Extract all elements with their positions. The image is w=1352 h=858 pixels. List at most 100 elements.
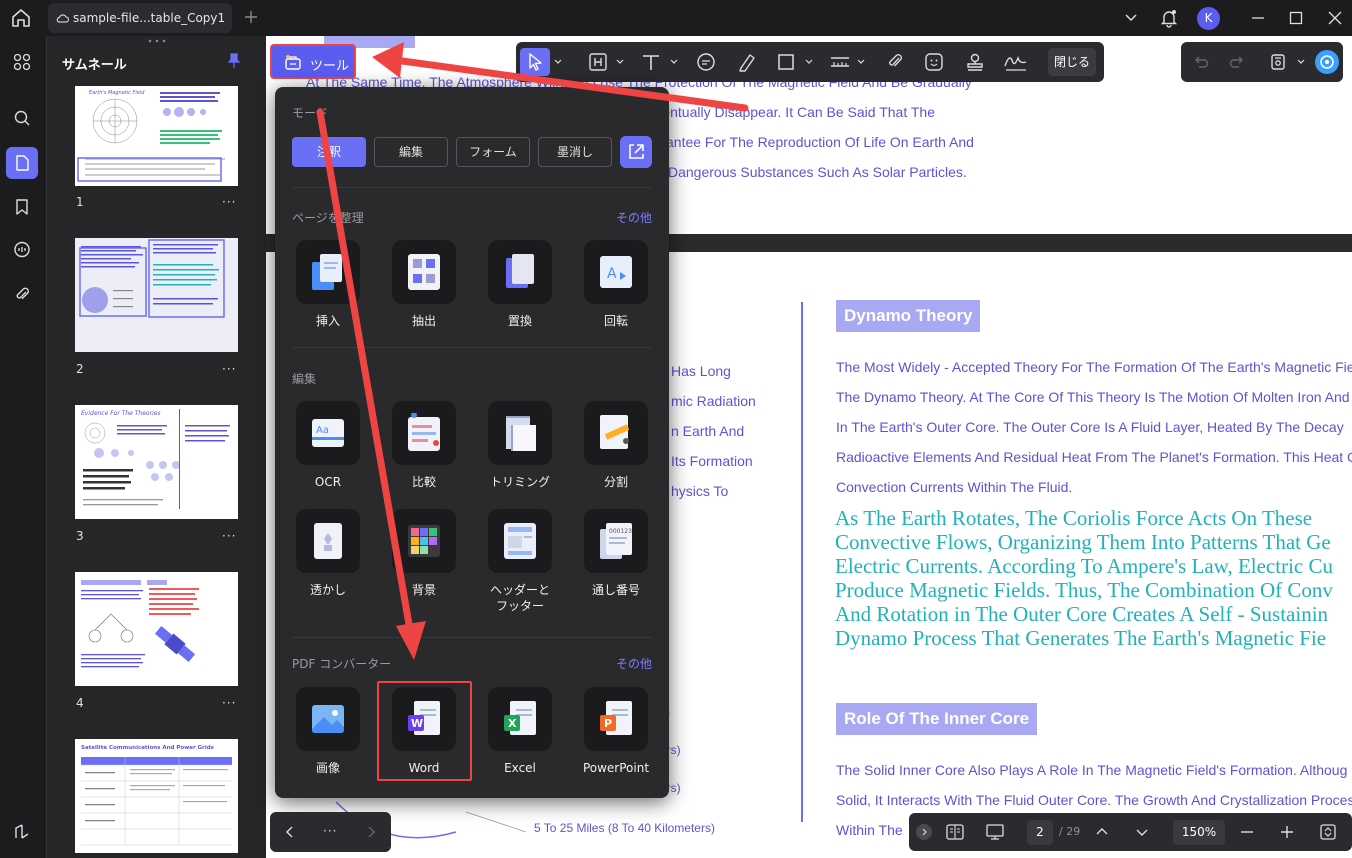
page-nav: ···: [270, 812, 391, 852]
convert-image-item[interactable]: 画像: [291, 687, 365, 777]
save-icon[interactable]: [1269, 53, 1287, 71]
quote-line: Convective Flows, Organizing Them Into P…: [835, 530, 1331, 554]
highlighter-tool[interactable]: [734, 48, 758, 76]
stamp-tool[interactable]: [963, 48, 987, 76]
pin-icon[interactable]: [227, 53, 241, 69]
split-icon: [584, 401, 648, 465]
replace-page-item[interactable]: 置換: [483, 240, 557, 330]
thumbnail-page-2[interactable]: [75, 238, 238, 352]
crop-item[interactable]: トリミング: [483, 401, 557, 491]
chevron-down-icon[interactable]: [668, 48, 680, 76]
divider: [292, 347, 652, 348]
quote-line: Produce Magnetic Fields. Thus, The Combi…: [835, 578, 1333, 602]
tools-button[interactable]: ツール: [270, 44, 356, 79]
chevron-right-icon[interactable]: [365, 825, 377, 839]
document-tab[interactable]: sample-file...table_Copy1: [48, 3, 232, 33]
close-toolbar-button[interactable]: 閉じる: [1048, 48, 1096, 76]
more-icon[interactable]: ···: [323, 824, 337, 838]
page-text-line: Its Formation: [671, 453, 753, 469]
chevron-up-icon[interactable]: [1095, 825, 1109, 839]
split-label: 分割: [603, 475, 628, 489]
header-footer-item[interactable]: ヘッダーと フッター: [483, 509, 557, 613]
chevron-down-icon[interactable]: [552, 48, 564, 76]
ai-assistant-icon[interactable]: [1315, 50, 1339, 74]
thumbnail-page-4[interactable]: [75, 572, 238, 686]
thumbnail-icon[interactable]: [6, 147, 38, 179]
mode-edit-button[interactable]: 編集: [374, 137, 448, 167]
thumbnail-more-button[interactable]: ···: [222, 696, 236, 710]
home-icon[interactable]: [8, 6, 34, 30]
search-icon[interactable]: [6, 102, 38, 134]
chevron-down-icon[interactable]: [614, 48, 626, 76]
comment-tool[interactable]: [694, 48, 718, 76]
fit-page-icon[interactable]: [1319, 823, 1337, 841]
maximize-icon[interactable]: [1289, 11, 1303, 25]
mode-label: モード: [292, 106, 329, 120]
organize-more-link[interactable]: その他: [616, 209, 652, 226]
chevron-down-icon[interactable]: [1124, 12, 1138, 24]
chevron-down-icon[interactable]: [1135, 825, 1149, 839]
sticker-tool[interactable]: [922, 48, 946, 76]
chevron-down-icon[interactable]: [803, 48, 815, 76]
zoom-level[interactable]: 150%: [1173, 820, 1225, 845]
ocr-item[interactable]: Aa OCR: [291, 401, 365, 491]
mode-redact-button[interactable]: 墨消し: [538, 137, 612, 167]
extract-page-item[interactable]: 抽出: [387, 240, 461, 330]
zoom-out-icon[interactable]: [1240, 825, 1254, 839]
thumbnail-page-5[interactable]: Satellite Communications And Power Grids: [75, 739, 238, 853]
page-layout-icon[interactable]: [945, 823, 965, 841]
signature-tool[interactable]: [1002, 48, 1030, 76]
thumbnail-page-3[interactable]: Evidence For The Theories: [75, 405, 238, 519]
convert-more-link[interactable]: その他: [616, 655, 652, 672]
convert-excel-item[interactable]: X Excel: [483, 687, 557, 777]
watermark-item[interactable]: 透かし: [291, 509, 365, 599]
thumbnail-more-button[interactable]: ···: [222, 362, 236, 376]
select-tool[interactable]: [520, 48, 550, 76]
presentation-icon[interactable]: [984, 823, 1006, 841]
compare-item[interactable]: 比較: [387, 401, 461, 491]
undo-icon[interactable]: [1193, 54, 1209, 70]
thumbnail-page-1[interactable]: Earth's Magnetic Field: [75, 86, 238, 186]
drag-handle-icon[interactable]: [147, 39, 167, 43]
insert-page-item[interactable]: 挿入: [291, 240, 365, 330]
thumbnail-more-button[interactable]: ···: [222, 529, 236, 543]
close-window-icon[interactable]: [1328, 11, 1342, 25]
chevron-down-icon[interactable]: [855, 48, 867, 76]
apps-icon[interactable]: [6, 46, 38, 78]
minimize-icon[interactable]: [1251, 11, 1265, 25]
rectangle-tool[interactable]: [774, 48, 798, 76]
page-text-line: The Solid Inner Core Also Plays A Role I…: [836, 762, 1348, 778]
layers-icon[interactable]: [6, 816, 38, 848]
avatar[interactable]: K: [1197, 7, 1220, 30]
section-heading: Role Of The Inner Core: [836, 703, 1038, 735]
bates-number-item[interactable]: 000123 通し番号: [579, 509, 653, 599]
text-box-tool[interactable]: [586, 48, 610, 76]
text-tool[interactable]: [639, 48, 663, 76]
background-item[interactable]: 背景: [387, 509, 461, 599]
bookmark-icon[interactable]: [6, 191, 38, 223]
mode-form-button[interactable]: フォーム: [456, 137, 530, 167]
bell-icon[interactable]: [1160, 8, 1178, 28]
svg-text:P: P: [604, 717, 612, 730]
split-item[interactable]: 分割: [579, 401, 653, 491]
attachment-tool[interactable]: [883, 48, 907, 76]
compare-label: 比較: [411, 475, 436, 489]
zoom-in-icon[interactable]: [1280, 825, 1294, 839]
open-external-icon[interactable]: [620, 136, 652, 168]
chevron-left-icon[interactable]: [284, 825, 296, 839]
comment-icon[interactable]: [6, 234, 38, 266]
new-tab-icon[interactable]: [243, 9, 259, 29]
chevron-down-icon[interactable]: [1295, 56, 1307, 68]
mode-annotate-button[interactable]: 注釈: [292, 137, 366, 167]
attachment-icon[interactable]: [6, 278, 38, 310]
measure-tool[interactable]: [828, 48, 852, 76]
rotate-page-item[interactable]: A 回転: [579, 240, 653, 330]
thumbnail-more-button[interactable]: ···: [222, 195, 236, 209]
convert-powerpoint-label: PowerPoint: [582, 761, 650, 775]
redo-icon[interactable]: [1229, 54, 1245, 70]
convert-powerpoint-item[interactable]: P PowerPoint: [579, 687, 653, 777]
collapse-icon[interactable]: [916, 824, 932, 840]
page-number-input[interactable]: 2: [1027, 820, 1053, 845]
column-divider: [801, 302, 803, 822]
header-footer-label: ヘッダーと フッター: [489, 583, 550, 613]
